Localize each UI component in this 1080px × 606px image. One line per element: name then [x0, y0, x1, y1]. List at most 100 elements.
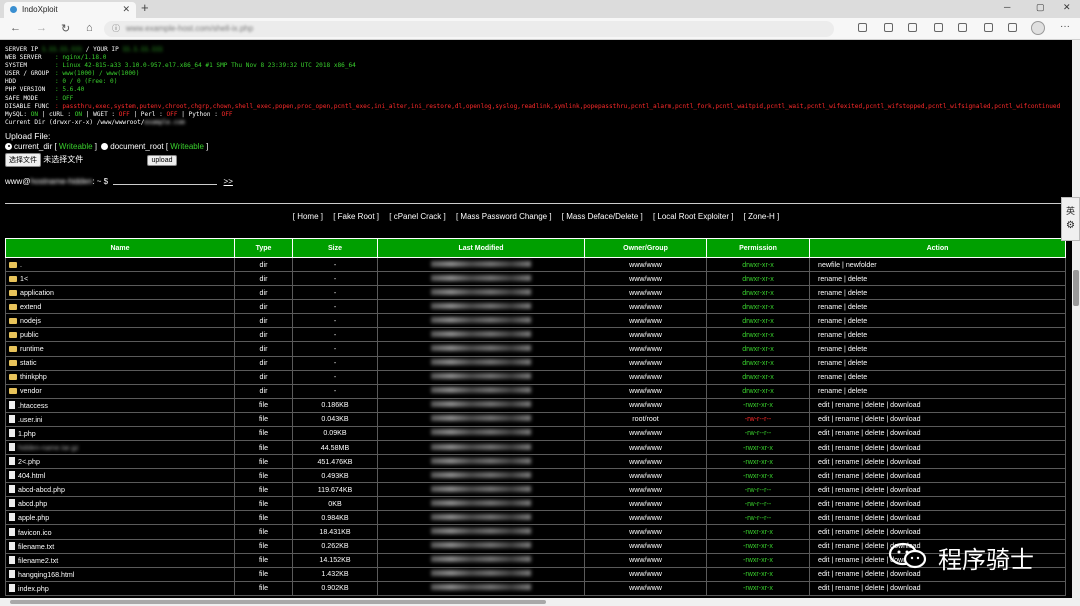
file-name-link[interactable]: public [20, 331, 39, 339]
permission-cell[interactable]: drwxr-xr-x [706, 327, 810, 343]
action-links-cell[interactable]: edit | rename | delete | download [809, 496, 1066, 512]
file-name-cell[interactable]: apple.php [5, 510, 235, 526]
extension-icon[interactable] [884, 23, 893, 32]
file-name-link[interactable]: 1.php [18, 430, 36, 438]
permission-cell[interactable]: -rw-r--r-- [706, 496, 810, 512]
permission-cell[interactable]: drwxr-xr-x [706, 341, 810, 357]
permission-cell[interactable]: drwxr-xr-x [706, 271, 810, 287]
menu-fake-root[interactable]: [ Fake Root ] [333, 212, 379, 221]
file-name-cell[interactable]: application [5, 285, 235, 301]
action-links-cell[interactable]: rename | delete [809, 271, 1066, 287]
file-name-cell[interactable]: filename2.txt [5, 552, 235, 568]
action-links-cell[interactable]: edit | rename | delete | download [809, 468, 1066, 484]
permission-cell[interactable]: -rwxr-xr-x [706, 524, 810, 540]
ime-language-label[interactable]: 英 [1066, 206, 1075, 216]
file-name-link[interactable]: 2<.php [18, 458, 40, 466]
file-name-cell[interactable]: nodejs [5, 313, 235, 329]
file-name-link[interactable]: application [20, 289, 54, 297]
file-name-link[interactable]: filename2.txt [18, 557, 58, 565]
back-arrow-icon[interactable]: ← [10, 22, 21, 34]
menu-zone-h[interactable]: [ Zone-H ] [744, 212, 780, 221]
action-links-cell[interactable]: rename | delete [809, 299, 1066, 315]
file-name-link[interactable]: nodejs [20, 317, 41, 325]
file-name-link[interactable]: .htaccess [18, 402, 48, 410]
address-bar[interactable]: ⓘ www.example-host.com/shell-ix.php [104, 21, 834, 37]
file-name-cell[interactable]: index.php [5, 580, 235, 596]
permission-cell[interactable]: drwxr-xr-x [706, 383, 810, 399]
upload-button[interactable]: upload [147, 154, 177, 166]
file-name-cell[interactable]: static [5, 355, 235, 371]
file-name-cell[interactable]: 2<.php [5, 454, 235, 470]
file-name-cell[interactable]: extend [5, 299, 235, 315]
new-tab-button[interactable]: + [141, 0, 149, 15]
file-name-link[interactable]: hidden-name.tar.gz [18, 444, 79, 452]
action-links-cell[interactable]: edit | rename | delete | download [809, 397, 1066, 413]
browser-menu-icon[interactable]: ··· [1060, 21, 1070, 32]
file-name-link[interactable]: vendor [20, 387, 42, 395]
file-name-cell[interactable]: .user.ini [5, 411, 235, 427]
file-name-link[interactable]: index.php [18, 585, 49, 593]
file-name-cell[interactable]: abcd.php [5, 496, 235, 512]
url-text[interactable]: www.example-host.com/shell-ix.php [126, 24, 253, 33]
window-maximize-icon[interactable]: ▢ [1036, 2, 1045, 13]
collections-icon[interactable] [1008, 23, 1017, 32]
permission-cell[interactable]: -rw-r--r-- [706, 411, 810, 427]
action-links-cell[interactable]: edit | rename | delete | download [809, 510, 1066, 526]
permission-cell[interactable]: -rwxr-xr-x [706, 454, 810, 470]
file-name-link[interactable]: abcd.php [18, 500, 47, 508]
file-name-cell[interactable]: favicon.ico [5, 524, 235, 540]
command-input[interactable] [113, 177, 218, 185]
tab-close-icon[interactable]: ✕ [122, 4, 130, 15]
file-name-link[interactable]: 404.html [18, 472, 45, 480]
file-name-link[interactable]: thinkphp [20, 373, 47, 381]
choose-file-button[interactable]: 选择文件 [5, 152, 41, 167]
menu-mass-password-change[interactable]: [ Mass Password Change ] [456, 212, 552, 221]
file-name-cell[interactable]: . [5, 256, 235, 273]
file-name-cell[interactable]: 404.html [5, 468, 235, 484]
action-links-cell[interactable]: edit | rename | delete | download [809, 440, 1066, 456]
action-links-cell[interactable]: edit | rename | delete | download [809, 580, 1066, 596]
vertical-scrollbar[interactable] [1072, 40, 1080, 606]
action-links-cell[interactable]: edit | rename | delete | download [809, 411, 1066, 427]
browser-tab[interactable]: IndoXploit ✕ [4, 2, 136, 18]
window-minimize-icon[interactable]: ─ [1004, 2, 1010, 12]
action-links-cell[interactable]: rename | delete [809, 327, 1066, 343]
permission-cell[interactable]: -rw-r--r-- [706, 482, 810, 498]
file-name-cell[interactable]: hangqing168.html [5, 566, 235, 582]
file-name-cell[interactable]: 1.php [5, 425, 235, 442]
file-name-cell[interactable]: vendor [5, 383, 235, 399]
split-screen-icon[interactable] [958, 23, 967, 32]
permission-cell[interactable]: -rwxr-xr-x [706, 566, 810, 582]
menu-cpanel-crack[interactable]: [ cPanel Crack ] [389, 212, 445, 221]
horizontal-scrollbar-thumb[interactable] [10, 600, 546, 604]
file-name-link[interactable]: filename.txt [18, 543, 54, 551]
permission-cell[interactable]: -rwxr-xr-x [706, 538, 810, 554]
permission-cell[interactable]: -rwxr-xr-x [706, 468, 810, 484]
permission-cell[interactable]: drwxr-xr-x [706, 299, 810, 315]
file-name-cell[interactable]: filename.txt [5, 538, 235, 554]
window-close-icon[interactable]: ✕ [1063, 2, 1071, 13]
file-name-cell[interactable]: thinkphp [5, 369, 235, 385]
permission-cell[interactable]: -rwxr-xr-x [706, 552, 810, 568]
current-dir-hidden[interactable]: example.com [144, 119, 184, 126]
extension-icon[interactable] [858, 23, 867, 32]
action-links-cell[interactable]: edit | rename | delete | download [809, 454, 1066, 470]
file-name-link[interactable]: 1< [20, 275, 28, 283]
extension-icon[interactable] [908, 23, 917, 32]
permission-cell[interactable]: -rwxr-xr-x [706, 440, 810, 456]
run-command-button[interactable]: >> [224, 177, 233, 186]
file-name-link[interactable]: apple.php [18, 514, 49, 522]
action-links-cell[interactable]: rename | delete [809, 341, 1066, 357]
menu-local-root-exploiter[interactable]: [ Local Root Exploiter ] [653, 212, 733, 221]
permission-cell[interactable]: -rwxr-xr-x [706, 397, 810, 413]
current-dir-radio[interactable] [5, 142, 12, 150]
site-info-icon[interactable]: ⓘ [112, 23, 120, 34]
file-name-link[interactable]: . [20, 261, 22, 269]
action-links-cell[interactable]: rename | delete [809, 355, 1066, 371]
file-name-cell[interactable]: runtime [5, 341, 235, 357]
profile-avatar[interactable] [1031, 21, 1045, 35]
horizontal-scrollbar[interactable] [0, 598, 1072, 606]
home-icon[interactable]: ⌂ [86, 22, 93, 34]
vertical-scrollbar-thumb[interactable] [1073, 270, 1079, 306]
ime-toolbar[interactable]: 英 ⚙ [1061, 197, 1080, 241]
